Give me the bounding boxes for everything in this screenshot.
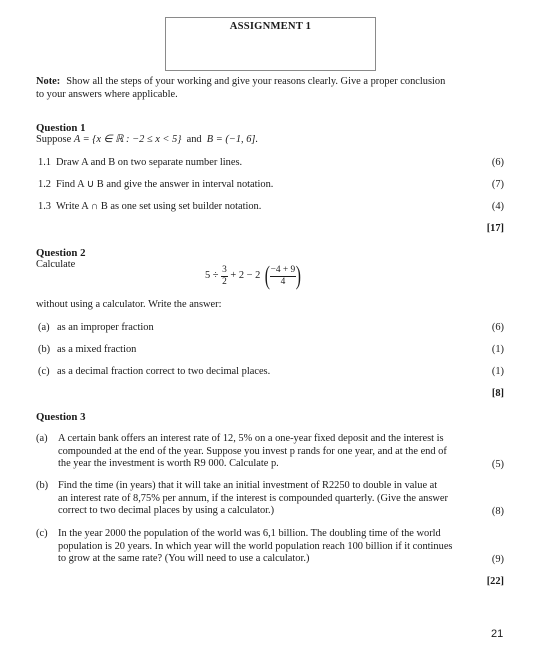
note: Note: Show all the steps of your working … [36,76,504,101]
question-3-total: [22] [486,576,504,587]
left-parenthesis: ( [264,261,270,290]
assignment-title: ASSIGNMENT 1 [229,21,312,32]
question-2-total: [8] [491,388,504,399]
item-marks: (6) [491,157,504,168]
item-text: Draw A and B on two separate number line… [56,157,243,168]
item-label: (a) [38,322,50,333]
item-label: 1.1 [38,157,51,168]
question-3-a: (a) A certain bank offers an interest ra… [36,433,504,471]
item-label: (b) [36,480,49,491]
question-1-intro: Suppose A = {x ∈ ℝ : −2 ≤ x < 5} and B =… [36,134,258,147]
formula-part-b: + 2 − 2 [230,269,261,281]
item-text: Find A ∪ B and give the answer in interv… [56,179,274,190]
item-label: (c) [38,366,50,377]
fraction-3-over-2: 3 2 [221,265,228,288]
item-text: as a mixed fraction [57,344,137,355]
item-text: In the year 2000 the population of the w… [58,528,504,566]
question-2-formula: 5 ÷ 3 2 + 2 − 2 ( −4 + 9 4 ) [205,263,303,299]
question-1-total: [17] [486,223,504,234]
question-3-heading: Question 3 [36,411,86,423]
item-label: (a) [36,433,48,444]
item-marks: (6) [491,322,504,333]
set-a-definition: A = {x ∈ ℝ : −2 ≤ x < 5} [73,134,182,145]
item-label: 1.2 [38,179,51,190]
item-marks: (1) [491,366,504,377]
fraction-sum-over-4: −4 + 9 4 [269,264,297,288]
intro-suppose: Suppose [36,134,72,145]
question-2-heading: Question 2 [36,247,86,259]
item-text: A certain bank offers an interest rate o… [58,433,504,471]
item-line: an interest rate of 8,75% per annum, if … [58,492,448,504]
question-3-c: (c) In the year 2000 the population of t… [36,528,504,566]
item-marks: (9) [491,553,504,565]
item-line: A certain bank offers an interest rate o… [58,433,444,444]
item-marks: (8) [491,505,504,517]
set-b-definition: B = (−1, 6]. [206,134,259,145]
question-3-b: (b) Find the time (in years) that it wil… [36,480,504,518]
fraction-denominator: 2 [222,276,227,287]
item-label: 1.3 [38,201,51,212]
page-number: 21 [491,628,504,640]
note-label: Note: [36,76,61,87]
item-text: Write A ∩ B as one set using set builder… [56,201,262,212]
item-line: In the year 2000 the population of the w… [58,528,441,539]
item-line: correct to two decimal places by using a… [58,505,275,516]
note-line-1: Show all the steps of your working and g… [66,76,446,87]
intro-and: and [186,134,202,145]
item-line: population is 20 years. In which year wi… [58,540,453,552]
item-label: (c) [36,528,48,539]
fraction-numerator: 3 [221,264,228,277]
item-marks: (1) [491,344,504,355]
assignment-page: ASSIGNMENT 1 Note: Show all the steps of … [0,0,535,650]
title-box: ASSIGNMENT 1 [165,17,376,71]
item-marks: (7) [491,179,504,190]
fraction-denominator: 4 [280,276,286,287]
right-parenthesis: ) [295,261,302,290]
question-2-instruction: without using a calculator. Write the an… [36,299,222,310]
item-line: to grow at the same rate? (You will need… [58,553,310,564]
item-text: Find the time (in years) that it will ta… [58,480,504,518]
item-text: as an improper fraction [57,322,154,333]
question-1-heading: Question 1 [36,122,86,134]
fraction-numerator: −4 + 9 [269,264,297,277]
question-2-intro: Calculate [36,259,76,270]
item-marks: (5) [491,458,504,470]
item-text: as a decimal fraction correct to two dec… [57,366,271,377]
item-line: compounded at the end of the year. Suppo… [58,445,447,457]
item-marks: (4) [491,201,504,212]
formula-part-a: 5 ÷ [205,269,219,281]
item-line: the year the investment is worth R9 000.… [58,458,279,469]
item-label: (b) [38,344,51,355]
note-line-2: to your answers where applicable. [36,88,178,100]
item-line: Find the time (in years) that it will ta… [58,480,438,491]
